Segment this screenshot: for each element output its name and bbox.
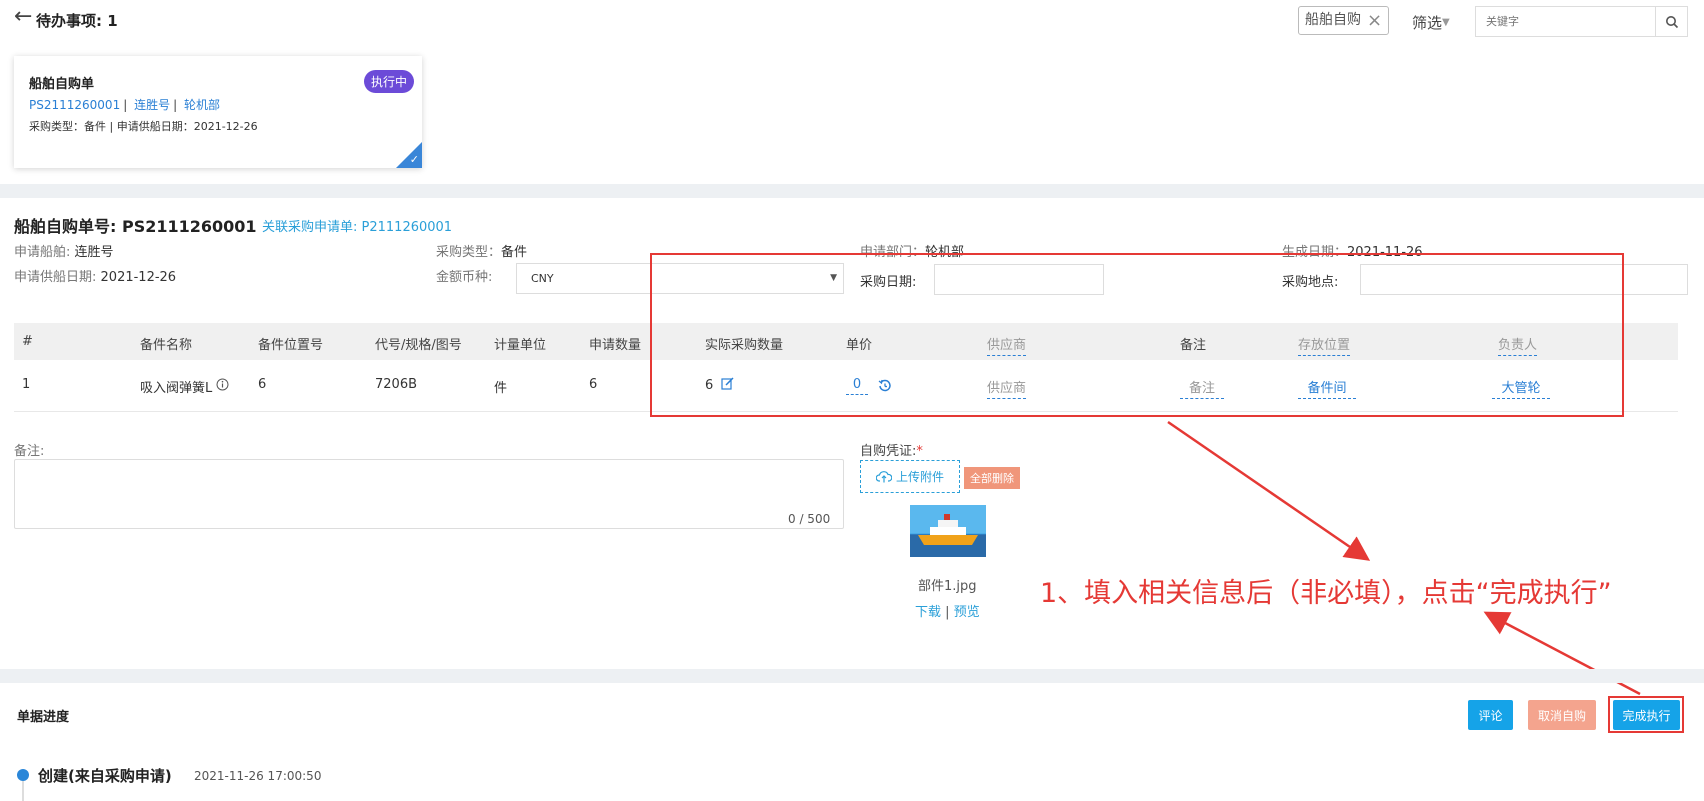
check-icon: ✓ xyxy=(409,153,419,166)
download-link[interactable]: 下载 xyxy=(915,605,941,620)
filter-tag[interactable]: 船舶自购 × xyxy=(1298,6,1390,35)
filter-dropdown[interactable]: 筛选▼ xyxy=(1412,12,1450,33)
ship-field: 申请船舶: 连胜号 xyxy=(14,245,114,260)
card-doc-no[interactable]: PS2111260001 xyxy=(29,98,120,112)
card-meta: 采购类型：备件 | 申请供船日期：2021-12-26 xyxy=(29,120,258,133)
remarks-label: 备注: xyxy=(14,444,45,459)
cell-req-qty: 6 xyxy=(589,377,598,392)
filter-label: 筛选 xyxy=(1412,14,1443,32)
task-card[interactable]: 船舶自购单 执行中 PS2111260001 | 连胜号 | 轮机部 采购类型：备件… xyxy=(14,56,422,168)
timeline-item-time: 2021-11-26 17:00:50 xyxy=(194,769,322,783)
cell-unit: 件 xyxy=(494,381,508,396)
cell-index: 1 xyxy=(22,377,31,392)
related-request-link[interactable]: 关联采购申请单: P2111260001 xyxy=(262,216,452,235)
preview-link[interactable]: 预览 xyxy=(954,605,980,620)
cloud-upload-icon xyxy=(875,471,892,483)
caret-down-icon: ▼ xyxy=(1442,17,1450,28)
col-code: 代号/规格/图号 xyxy=(375,338,462,353)
card-title: 船舶自购单 xyxy=(29,77,95,92)
currency-label: 金额币种: xyxy=(436,270,493,285)
timeline-dot xyxy=(17,769,29,781)
timeline-line xyxy=(22,781,24,801)
supply-date-field: 申请供船日期: 2021-12-26 xyxy=(14,270,177,285)
search-input[interactable] xyxy=(1476,7,1655,36)
card-ship[interactable]: 连胜号 xyxy=(134,98,170,112)
close-icon[interactable]: × xyxy=(1367,11,1382,30)
annotation-text: 1、填入相关信息后（非必填），点击“完成执行” xyxy=(1040,578,1612,609)
attachment-actions: 下载 | 预览 xyxy=(915,605,980,620)
attachment-thumbnail[interactable] xyxy=(910,505,986,557)
card-links: PS2111260001 | 连胜号 | 轮机部 xyxy=(29,98,220,112)
back-arrow-icon[interactable]: ← xyxy=(14,6,32,28)
filter-tag-label: 船舶自购 xyxy=(1305,12,1361,28)
delete-all-button[interactable]: 全部删除 xyxy=(964,467,1020,489)
cancel-purchase-button[interactable]: 取消自购 xyxy=(1528,700,1596,730)
attachment-filename: 部件1.jpg xyxy=(918,579,977,594)
search-icon xyxy=(1665,15,1678,28)
voucher-label: 自购凭证:* xyxy=(860,444,923,459)
col-index: # xyxy=(22,334,33,349)
progress-title: 单据进度 xyxy=(17,710,70,725)
purchase-type-field: 采购类型：备件 xyxy=(436,245,528,260)
col-part-name: 备件名称 xyxy=(140,338,193,353)
timeline-item-title: 创建(来自采购申请) xyxy=(38,767,172,785)
upload-attachment-button[interactable]: 上传附件 xyxy=(860,460,960,493)
remarks-textarea[interactable] xyxy=(14,459,844,529)
card-dept[interactable]: 轮机部 xyxy=(184,98,220,112)
col-part-position: 备件位置号 xyxy=(258,338,324,353)
annotation-button-highlight xyxy=(1608,696,1684,733)
comment-button[interactable]: 评论 xyxy=(1468,700,1513,730)
section-divider xyxy=(0,184,1704,198)
col-req-qty: 申请数量 xyxy=(589,338,642,353)
col-unit: 计量单位 xyxy=(494,338,547,353)
doc-number: 船舶自购单号: PS2111260001 xyxy=(14,217,257,236)
section-divider xyxy=(0,669,1704,683)
required-mark: * xyxy=(916,444,923,459)
cell-code: 7206B xyxy=(375,377,418,392)
annotation-highlight-box xyxy=(650,253,1624,417)
search-box xyxy=(1475,6,1688,37)
search-button[interactable] xyxy=(1655,7,1687,36)
page-title: 待办事项: 1 xyxy=(36,12,118,30)
status-badge: 执行中 xyxy=(364,70,415,93)
info-icon[interactable] xyxy=(216,378,229,391)
cell-part-position: 6 xyxy=(258,377,267,392)
cell-part-name: 吸入阀弹簧L xyxy=(140,377,229,396)
remarks-counter: 0 / 500 xyxy=(788,512,831,526)
